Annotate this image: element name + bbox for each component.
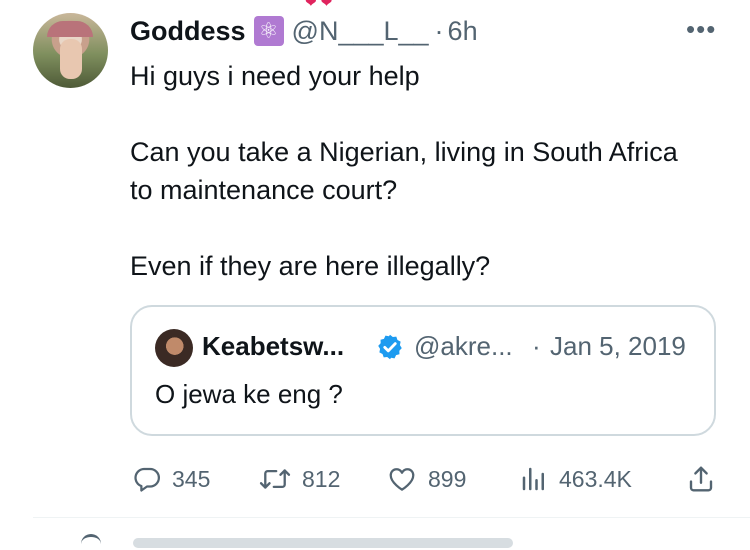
share-button[interactable] bbox=[686, 460, 726, 498]
author-handle[interactable]: @N___L__ bbox=[292, 16, 429, 47]
quoted-tweet-card[interactable]: Keabetsw... @akre... · Jan 5, 2019 O jew… bbox=[130, 305, 716, 436]
author-name[interactable]: Goddess bbox=[130, 16, 246, 47]
avatar-person bbox=[60, 39, 82, 79]
quoted-author-name: Keabetsw... bbox=[202, 331, 345, 361]
avatar-umbrella bbox=[47, 21, 93, 37]
atom-icon: ⚛ bbox=[253, 16, 284, 46]
retweet-button[interactable]: 812 bbox=[258, 460, 340, 498]
retweet-indicator-icon bbox=[81, 534, 101, 547]
retweet-icon bbox=[259, 469, 291, 489]
like-count: 899 bbox=[428, 465, 467, 492]
tweet-timestamp[interactable]: 6h bbox=[448, 16, 478, 47]
views-count: 463.4K bbox=[559, 465, 632, 492]
quote-separator: · bbox=[532, 331, 541, 361]
tweet-line-gap bbox=[130, 95, 730, 133]
retweet-count: 812 bbox=[302, 465, 341, 492]
tweet-text: Hi guys i need your help Can you take a … bbox=[130, 57, 730, 285]
reply-count: 345 bbox=[172, 465, 211, 492]
tweet-divider bbox=[33, 517, 750, 518]
views-chart-icon bbox=[522, 467, 544, 491]
next-tweet-header-cut bbox=[133, 538, 513, 548]
tweet-header: Goddess ⚛ @N___L__ · 6h bbox=[130, 14, 478, 48]
quoted-author-handle: @akre... bbox=[414, 331, 513, 361]
quoted-author-avatar bbox=[155, 329, 193, 367]
reply-button[interactable]: 345 bbox=[132, 460, 210, 498]
more-options-icon[interactable]: ••• bbox=[686, 14, 716, 45]
heart-icon bbox=[389, 468, 415, 491]
tweet-line: Can you take a Nigerian, living in South… bbox=[130, 137, 678, 167]
quoted-tweet-text: O jewa ke eng ? bbox=[155, 379, 343, 409]
tweet-line-gap bbox=[130, 209, 730, 247]
header-separator: · bbox=[434, 15, 444, 46]
author-avatar[interactable] bbox=[33, 13, 108, 88]
tweet-line: Even if they are here illegally? bbox=[130, 251, 491, 281]
share-icon bbox=[689, 466, 713, 492]
like-button[interactable]: 899 bbox=[386, 460, 466, 498]
views-button[interactable]: 463.4K bbox=[519, 460, 632, 498]
next-tweet-partial bbox=[33, 530, 750, 550]
action-bar: 345 812 899 463.4K bbox=[0, 460, 750, 500]
quoted-date: Jan 5, 2019 bbox=[550, 331, 686, 361]
verified-badge-icon bbox=[378, 334, 402, 360]
reply-icon bbox=[134, 467, 160, 492]
partial-previous-emoji: ❤ ❤ bbox=[305, 0, 333, 10]
tweet-line: Hi guys i need your help bbox=[130, 61, 420, 91]
tweet-line: to maintenance court? bbox=[130, 175, 398, 205]
